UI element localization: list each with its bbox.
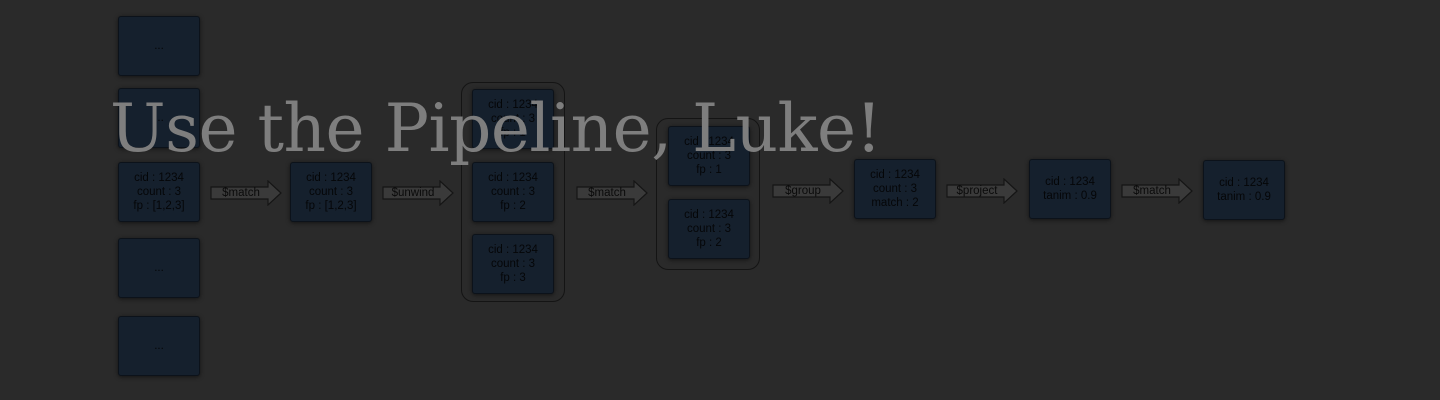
stage-arrow-match-3: $match (1121, 178, 1193, 204)
doc-box-ellipsis-fourth: ... (118, 238, 200, 298)
doc-ellipsis: ... (154, 262, 164, 274)
doc-field-count: count : 3 (136, 186, 182, 198)
doc-field-fp: fp : [1,2,3] (305, 200, 357, 212)
stage-label: $match (222, 187, 260, 199)
doc-box-ellipsis-top: ... (118, 16, 200, 76)
doc-field-count: count : 3 (872, 183, 918, 195)
doc-field-count: count : 3 (686, 223, 732, 235)
doc-ellipsis: ... (154, 40, 164, 52)
doc-field-cid: cid : 1234 (870, 169, 920, 181)
doc-field-count: count : 3 (490, 186, 536, 198)
doc-field-fp: fp : [1,2,3] (133, 200, 185, 212)
doc-field-cid: cid : 1234 (488, 244, 538, 256)
doc-field-cid: cid : 1234 (488, 172, 538, 184)
doc-field-tanim: tanim : 0.9 (1043, 190, 1097, 202)
doc-field-match: match : 2 (871, 197, 919, 209)
stage-label: $match (1133, 185, 1171, 197)
doc-box-ellipsis-fifth: ... (118, 316, 200, 376)
doc-field-fp: fp : 2 (500, 200, 526, 212)
doc-box-unwound-2: cid : 1234 count : 3 fp : 2 (472, 162, 554, 222)
doc-box-grouped: cid : 1234 count : 3 match : 2 (854, 159, 936, 219)
stage-arrow-match-1: $match (210, 180, 282, 206)
doc-field-cid: cid : 1234 (684, 209, 734, 221)
doc-field-cid: cid : 1234 (1045, 176, 1095, 188)
stage-label: $project (956, 185, 998, 197)
stage-arrow-match-2: $match (576, 180, 648, 206)
doc-box-projected: cid : 1234 tanim : 0.9 (1029, 159, 1111, 219)
stage-arrow-unwind: $unwind (382, 180, 454, 206)
stage-arrow-project: $project (946, 178, 1018, 204)
doc-field-cid: cid : 1234 (306, 172, 356, 184)
stage-label: $unwind (391, 187, 435, 199)
doc-field-cid: cid : 1234 (134, 172, 184, 184)
page-title: Use the Pipeline, Luke! (110, 90, 882, 167)
doc-field-count: count : 3 (490, 258, 536, 270)
stage-label: $group (785, 185, 821, 197)
doc-box-matched-2: cid : 1234 count : 3 fp : 2 (668, 199, 750, 259)
stage-label: $match (588, 187, 626, 199)
doc-box-matched-source: cid : 1234 count : 3 fp : [1,2,3] (290, 162, 372, 222)
doc-field-fp: fp : 3 (500, 272, 526, 284)
doc-box-unwound-3: cid : 1234 count : 3 fp : 3 (472, 234, 554, 294)
stage-arrow-group: $group (772, 178, 844, 204)
doc-field-fp: fp : 2 (696, 237, 722, 249)
doc-field-count: count : 3 (308, 186, 354, 198)
doc-ellipsis: ... (154, 340, 164, 352)
doc-box-final: cid : 1234 tanim : 0.9 (1203, 160, 1285, 220)
doc-field-cid: cid : 1234 (1219, 177, 1269, 189)
doc-field-tanim: tanim : 0.9 (1217, 191, 1271, 203)
doc-box-source: cid : 1234 count : 3 fp : [1,2,3] (118, 162, 200, 222)
